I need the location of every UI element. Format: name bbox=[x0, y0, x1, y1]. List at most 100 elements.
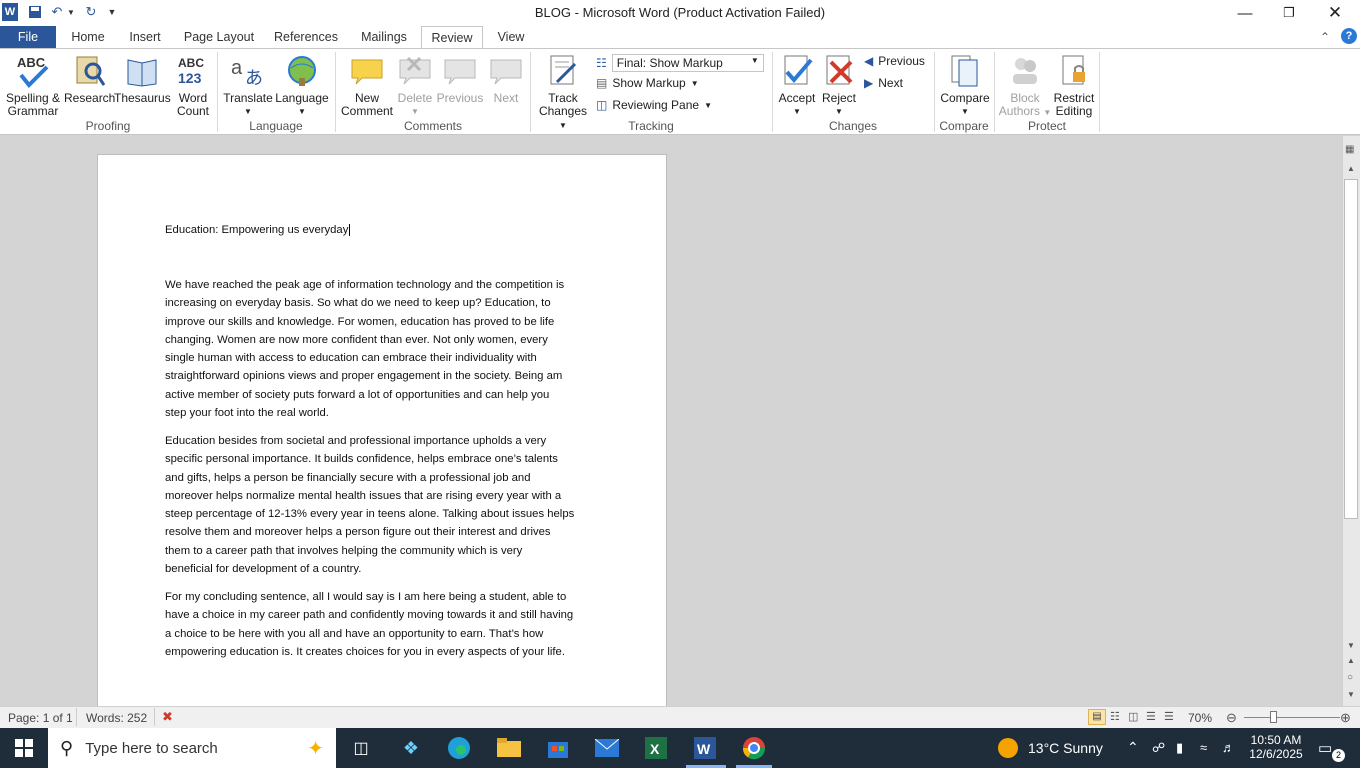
tab-references[interactable]: References bbox=[270, 26, 342, 48]
clock[interactable]: 10:50 AM 12/6/2025 bbox=[1248, 733, 1304, 761]
proofing-errors-icon[interactable]: ✖ bbox=[162, 709, 173, 725]
battery-icon[interactable]: ▮ bbox=[1176, 740, 1183, 756]
wifi-icon[interactable]: ≈ bbox=[1200, 740, 1207, 755]
translate-dropdown-icon: ▼ bbox=[244, 107, 252, 116]
draft-view-icon[interactable]: ☰ bbox=[1164, 710, 1174, 723]
scroll-down-icon[interactable]: ▼ bbox=[1347, 641, 1355, 650]
previous-comment-button[interactable]: Previous bbox=[436, 52, 484, 105]
paragraph-line: improve our skills and knowledge. For wo… bbox=[165, 315, 555, 328]
show-hidden-icons-icon[interactable]: ⌃ bbox=[1127, 739, 1139, 756]
close-button[interactable]: ✕ bbox=[1312, 0, 1358, 26]
zoom-slider-track[interactable] bbox=[1244, 717, 1340, 718]
weather-text[interactable]: 13°C Sunny bbox=[1028, 740, 1103, 756]
reviewing-pane-button[interactable]: ◫ Reviewing Pane ▼ bbox=[596, 98, 712, 112]
help-icon[interactable]: ? bbox=[1341, 28, 1357, 44]
vertical-scrollbar[interactable]: ▦ ▲ ▼ ▲ ○ ▼ bbox=[1342, 136, 1360, 706]
taskbar-search[interactable]: ⚲ Type here to search ✦ bbox=[48, 728, 336, 768]
minimize-button[interactable]: — bbox=[1222, 0, 1268, 26]
page-count[interactable]: Page: 1 of 1 bbox=[8, 711, 73, 725]
status-separator bbox=[154, 708, 155, 726]
store-icon[interactable] bbox=[543, 733, 573, 763]
chevron-down-icon: ▼ bbox=[704, 100, 712, 110]
next-change-button[interactable]: ▶ Next bbox=[864, 76, 903, 90]
delete-dropdown-icon: ▼ bbox=[411, 107, 419, 116]
task-view-icon[interactable]: ◫ bbox=[346, 733, 376, 763]
delete-comment-button[interactable]: Delete ▼ bbox=[394, 52, 436, 118]
group-separator bbox=[1099, 52, 1100, 132]
changes-label: Changes bbox=[538, 104, 588, 118]
file-explorer-icon[interactable] bbox=[494, 733, 524, 763]
restore-button[interactable]: ❐ bbox=[1266, 0, 1312, 26]
previous-change-button[interactable]: ◀ Previous bbox=[864, 54, 925, 68]
zoom-level[interactable]: 70% bbox=[1188, 711, 1212, 725]
notifications-icon[interactable]: ▭ bbox=[1318, 739, 1332, 757]
tab-page-layout[interactable]: Page Layout bbox=[180, 26, 258, 48]
paragraph-line: have a choice in my career path and conf… bbox=[165, 609, 574, 622]
group-label-changes: Changes bbox=[828, 119, 878, 133]
tab-view[interactable]: View bbox=[492, 26, 530, 48]
block-authors-button[interactable]: Block Authors ▼ bbox=[998, 52, 1052, 119]
web-layout-icon[interactable]: ◫ bbox=[1128, 710, 1138, 723]
document-title-text: Education: Empowering us everyday bbox=[165, 224, 349, 236]
paragraph-line: straightforward opinions views and prope… bbox=[165, 370, 563, 383]
paragraph-1[interactable]: We have reached the peak age of informat… bbox=[165, 276, 605, 422]
zoom-slider-thumb[interactable] bbox=[1270, 711, 1277, 723]
translate-button[interactable]: aあ Translate ▼ bbox=[222, 52, 274, 118]
compare-label: Compare bbox=[940, 91, 990, 105]
excel-icon[interactable]: X bbox=[641, 733, 671, 763]
word-count-button[interactable]: ABC 123 Word Count bbox=[172, 52, 214, 118]
document-page[interactable]: Education: Empowering us everyday We hav… bbox=[97, 154, 667, 706]
paragraph-2[interactable]: Education besides from societal and prof… bbox=[165, 432, 605, 578]
volume-icon[interactable]: ♬ bbox=[1222, 740, 1235, 755]
paragraph-3[interactable]: For my concluding sentence, all I would … bbox=[165, 588, 605, 661]
copilot-icon[interactable]: ❖ bbox=[396, 733, 426, 763]
word-taskbar-icon[interactable]: W bbox=[690, 733, 720, 763]
paragraph-line: empowering education is. It creates choi… bbox=[165, 645, 565, 658]
chevron-down-icon: ▼ bbox=[750, 56, 759, 65]
windows-start-icon[interactable] bbox=[9, 733, 39, 763]
accept-icon bbox=[776, 52, 818, 90]
markup-select[interactable]: Final: Show Markup ▼ bbox=[611, 54, 764, 72]
ruler-toggle-icon[interactable]: ▦ bbox=[1345, 144, 1354, 155]
print-layout-view-icon[interactable]: ▤ bbox=[1088, 709, 1106, 725]
meet-now-icon[interactable]: ☍ bbox=[1152, 740, 1165, 756]
thesaurus-button[interactable]: Thesaurus bbox=[114, 52, 171, 105]
show-markup-button[interactable]: ▤ Show Markup ▼ bbox=[596, 76, 699, 90]
paragraph-line: active member of society puts forward a … bbox=[165, 388, 550, 401]
compare-button[interactable]: Compare ▼ bbox=[938, 52, 992, 118]
paragraph-line: them to a career path that involves help… bbox=[165, 544, 523, 557]
next-comment-button[interactable]: Next bbox=[484, 52, 528, 105]
search-placeholder: Type here to search bbox=[85, 739, 218, 757]
minimize-ribbon-icon[interactable]: ⌃ bbox=[1320, 30, 1330, 44]
reject-button[interactable]: Reject ▼ bbox=[818, 52, 860, 118]
document-heading[interactable]: Education: Empowering us everyday bbox=[165, 224, 351, 236]
scroll-up-icon[interactable]: ▲ bbox=[1347, 164, 1355, 173]
full-screen-reading-icon[interactable]: ☷ bbox=[1110, 710, 1120, 723]
word-count[interactable]: Words: 252 bbox=[86, 711, 147, 725]
scroll-thumb[interactable] bbox=[1344, 179, 1358, 519]
restrict-editing-button[interactable]: Restrict Editing bbox=[1050, 52, 1098, 118]
zoom-out-icon[interactable]: ⊖ bbox=[1226, 710, 1237, 726]
tab-review[interactable]: Review bbox=[421, 26, 483, 49]
tab-file[interactable]: File bbox=[0, 26, 56, 48]
notification-badge: 2 bbox=[1332, 749, 1345, 762]
chrome-icon[interactable] bbox=[739, 733, 769, 763]
research-button[interactable]: Research bbox=[64, 52, 115, 105]
zoom-in-icon[interactable]: ⊕ bbox=[1340, 710, 1351, 726]
mail-icon[interactable] bbox=[592, 733, 622, 763]
language-label: Language bbox=[275, 91, 329, 105]
reject-label: Reject bbox=[821, 91, 856, 105]
accept-button[interactable]: Accept ▼ bbox=[776, 52, 818, 118]
previous-page-icon[interactable]: ▲ bbox=[1347, 656, 1355, 665]
new-comment-button[interactable]: New Comment bbox=[340, 52, 394, 118]
next-page-icon[interactable]: ▼ bbox=[1347, 690, 1355, 699]
tab-home[interactable]: Home bbox=[66, 26, 110, 48]
spelling-grammar-button[interactable]: ABC Spelling & Grammar bbox=[4, 52, 62, 118]
weather-sun-icon[interactable] bbox=[998, 738, 1018, 758]
language-button[interactable]: Language ▼ bbox=[274, 52, 330, 118]
browse-object-icon[interactable]: ○ bbox=[1347, 672, 1353, 683]
tab-mailings[interactable]: Mailings bbox=[354, 26, 414, 48]
edge-icon[interactable] bbox=[444, 733, 474, 763]
outline-view-icon[interactable]: ☰ bbox=[1146, 710, 1156, 723]
tab-insert[interactable]: Insert bbox=[122, 26, 168, 48]
